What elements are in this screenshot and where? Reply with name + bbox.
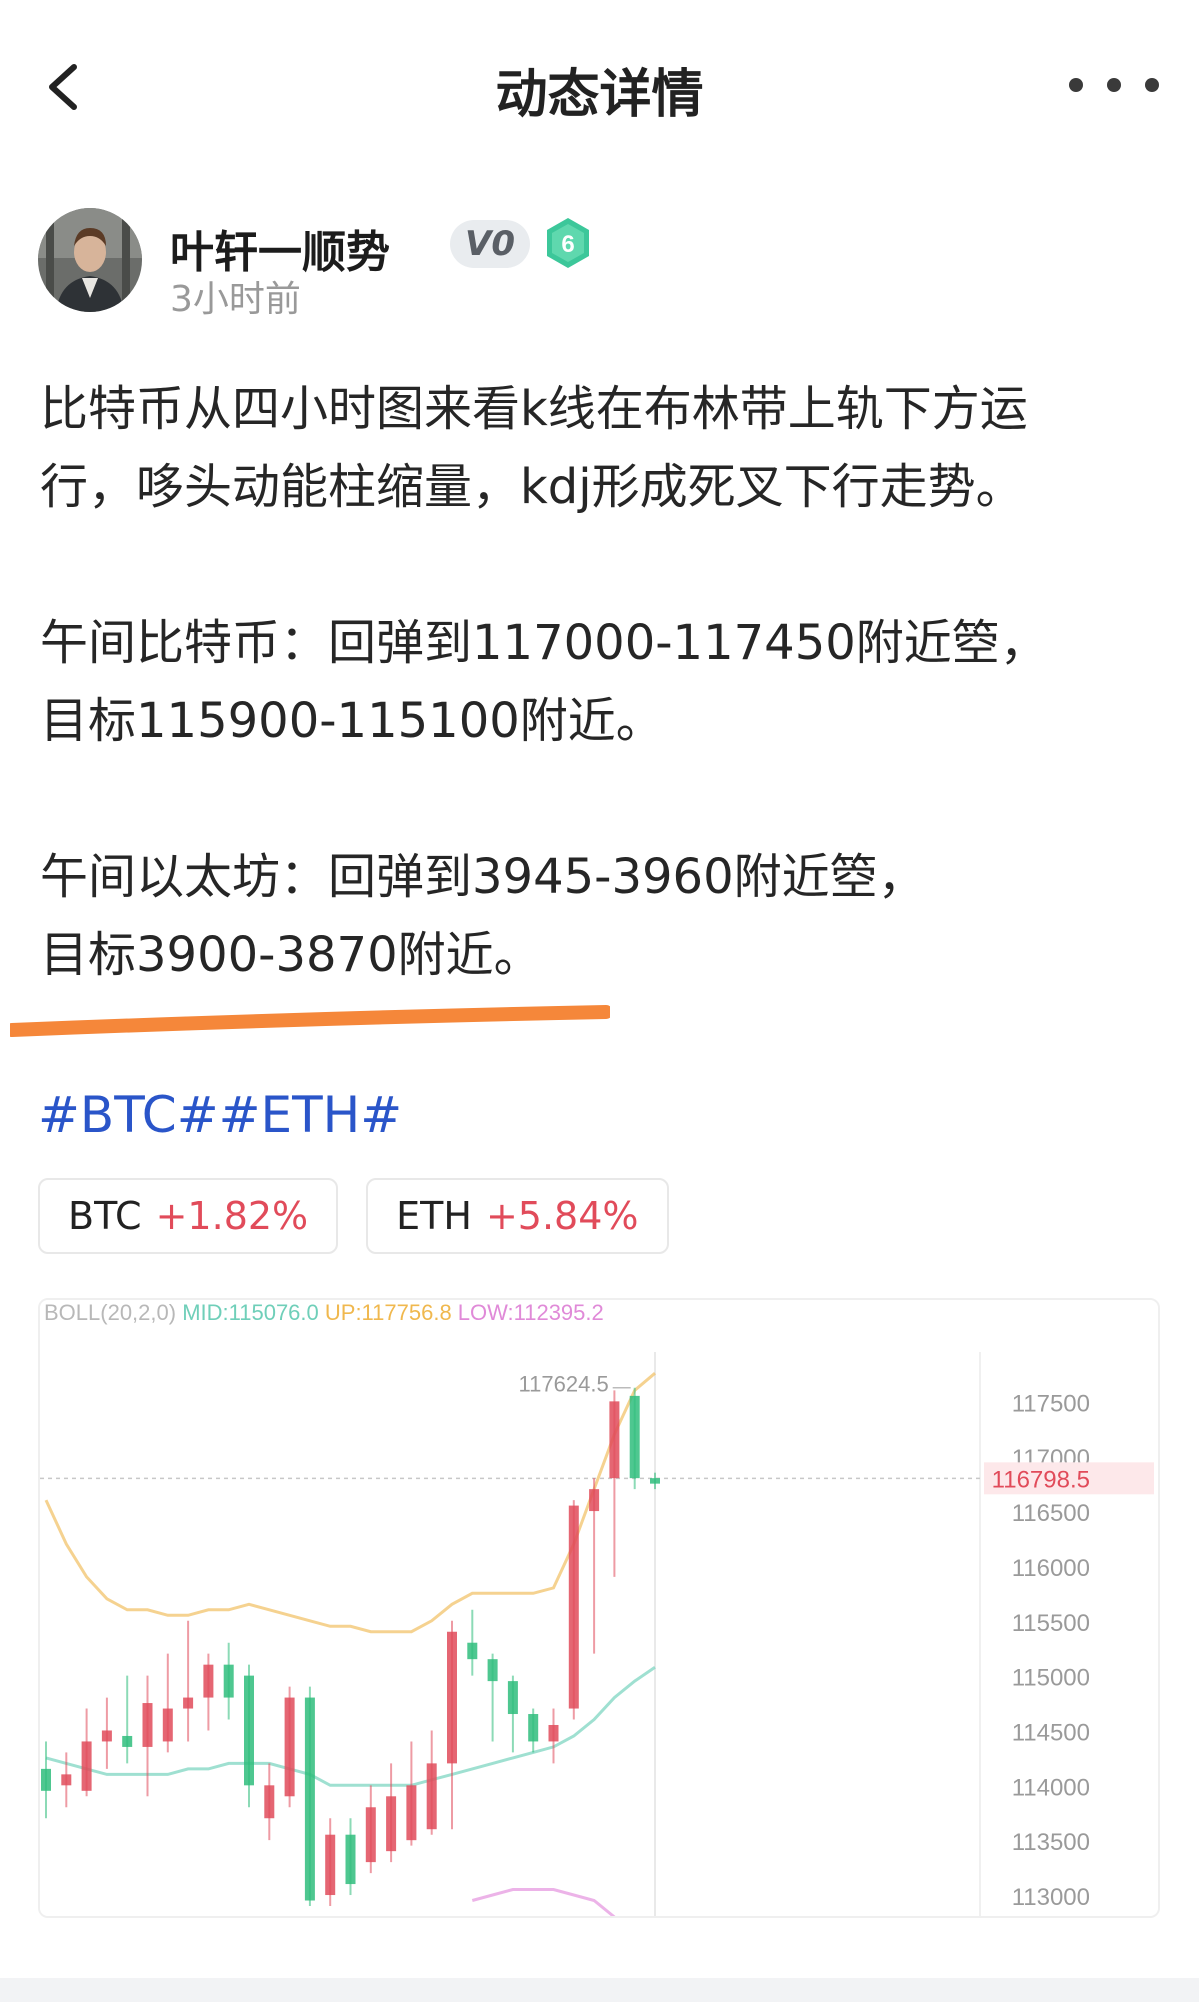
candle-body [487,1659,498,1682]
candle-body [345,1834,356,1885]
coin-chips: BTC +1.82% ETH +5.84% [38,1178,669,1254]
text-line: 目标115900-115100附近。 [40,693,664,749]
candle-body [41,1768,51,1791]
y-tick-label: 116000 [1012,1555,1090,1582]
orange-underline-mark [10,1005,610,1037]
more-horizontal-icon [1069,78,1083,92]
y-tick-label: 113000 [1012,1884,1090,1911]
candlestick-chart: 1175001170001165001160001155001150001145… [40,1300,1158,1916]
candle-body [244,1675,254,1786]
y-tick-label: 115500 [1012,1610,1090,1637]
candle-body [447,1631,457,1764]
boll-legend-item: BOLL(20,2,0) [44,1300,176,1325]
coin-chip-btc[interactable]: BTC +1.82% [38,1178,339,1254]
y-tick-label: 114500 [1012,1719,1090,1746]
candle-body [528,1714,539,1742]
coin-change: +1.82% [155,1194,309,1238]
candle-body [304,1697,315,1901]
candle-body [183,1697,194,1709]
candle-body [568,1505,579,1709]
y-tick-label: 117500 [1012,1390,1090,1417]
candle-body [589,1489,600,1512]
level-number: 6 [561,231,574,258]
current-price-label: 116798.5 [992,1466,1090,1493]
text-line: 目标3900-3870附近。 [40,927,542,983]
avatar[interactable] [38,208,142,312]
post-time: 3小时前 [170,279,301,320]
y-tick-label: 114000 [1012,1774,1090,1801]
coin-chip-eth[interactable]: ETH +5.84% [366,1178,669,1254]
y-tick-label: 116500 [1012,1500,1090,1527]
boll-legend: BOLL(20,2,0) MID:115076.0 UP:117756.8 LO… [44,1300,604,1325]
candle-body [365,1807,376,1863]
candle-body [122,1735,133,1747]
hashtag-link[interactable]: #BTC##ETH# [38,1086,402,1144]
text-line: 行，哆头动能柱缩量，kdj形成死叉下行走势。 [40,459,1024,515]
coin-change: +5.84% [485,1194,639,1238]
candle-body [284,1697,295,1797]
coin-symbol: BTC [68,1194,142,1238]
candle-body [507,1681,518,1715]
bottom-divider [0,1978,1199,2002]
candle-body [203,1664,214,1698]
coin-symbol: ETH [396,1194,472,1238]
candle-body [101,1730,112,1742]
candle-body [406,1785,417,1841]
candle-body [162,1708,173,1742]
candle-body [467,1642,478,1660]
candle-body [650,1478,660,1484]
candle-body [426,1763,437,1830]
candlestick-chart-image[interactable]: 117500 117000 116500 116000 115500 115000 1145… [38,1298,1160,1918]
candle-body [325,1834,336,1896]
post-paragraph-2: 午间比特币：回弹到117000-117450附近箜， 目标115900-1151… [40,604,1160,760]
y-tick-label: 115000 [1012,1665,1090,1692]
boll-legend-item: MID:115076.0 [176,1300,319,1325]
candle-body [629,1395,640,1479]
level-badge: 6 [544,216,592,270]
candle-body [264,1785,275,1819]
text-line: 午间比特币：回弹到117000-117450附近箜， [40,615,1048,671]
candle-body [223,1664,234,1698]
author-row: 叶轩一顺势 V0 6 3小时前 [38,206,1158,320]
page-title: 动态详情 [495,65,704,125]
text-line: 比特币从四小时图来看k线在布林带上轨下方运 [40,381,1028,437]
candle-body [61,1774,72,1786]
candle-body [81,1741,92,1791]
more-options-button[interactable] [1069,60,1159,110]
high-price-marker: 117624.5 [519,1372,609,1397]
top-nav-bar: 动态详情 [0,0,1199,170]
avatar-image [38,208,142,312]
boll-legend-item: LOW:112395.2 [452,1300,604,1325]
candle-body [386,1796,397,1852]
vip-badge: V0 [450,220,530,268]
boll-legend-item: UP:117756.8 [319,1300,452,1325]
post-paragraph-1: 比特币从四小时图来看k线在布林带上轨下方运 行，哆头动能柱缩量，kdj形成死叉下… [40,370,1160,526]
candle-body [609,1401,620,1479]
y-tick-label: 113500 [1012,1829,1090,1856]
text-line: 午间以太坊：回弹到3945-3960附近箜， [40,849,926,905]
post-paragraph-3: 午间以太坊：回弹到3945-3960附近箜， 目标3900-3870附近。 [40,838,1160,994]
candle-body [142,1703,153,1747]
post-content: 比特币从四小时图来看k线在布林带上轨下方运 行，哆头动能柱缩量，kdj形成死叉下… [40,370,1160,1072]
candle-body [548,1724,559,1742]
